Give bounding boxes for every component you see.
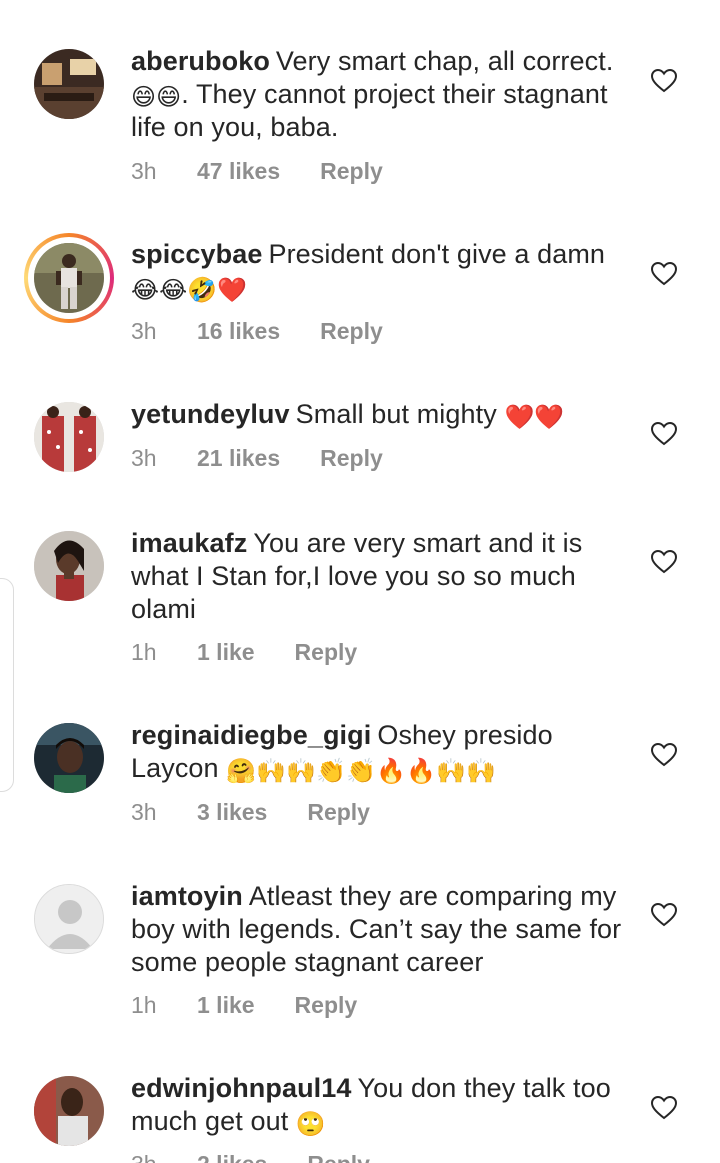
like-button[interactable] <box>651 903 677 927</box>
avatar-photo-icon <box>34 531 104 601</box>
side-drawer-handle[interactable] <box>0 578 14 792</box>
like-button[interactable] <box>651 743 677 767</box>
avatar-photo-icon <box>34 49 104 119</box>
reply-button[interactable]: Reply <box>307 798 370 826</box>
comment-username[interactable]: spiccybae <box>131 239 262 269</box>
avatar[interactable] <box>34 402 104 472</box>
default-avatar-icon <box>35 885 103 953</box>
heart-outline-icon <box>651 262 677 286</box>
comment-text: Small but mighty <box>295 399 497 429</box>
comment-likes[interactable]: 3 likes <box>197 798 267 826</box>
emoji: 😄😄 <box>131 84 182 111</box>
heart-outline-icon <box>651 743 677 767</box>
comment-username[interactable]: yetundeyluv <box>131 399 290 429</box>
heart-outline-icon <box>651 69 677 93</box>
reply-button[interactable]: Reply <box>307 1150 370 1163</box>
avatar-photo-icon <box>34 1076 104 1146</box>
avatar <box>34 243 104 313</box>
like-button[interactable] <box>651 1096 677 1120</box>
comment-time: 3h <box>131 445 157 471</box>
comment-text: . They cannot project their stagnant lif… <box>131 79 608 142</box>
avatar[interactable] <box>34 1076 104 1146</box>
reply-button[interactable]: Reply <box>320 444 383 472</box>
comment-likes[interactable]: 47 likes <box>197 157 280 185</box>
comment-text: Very smart chap, all correct. <box>275 46 614 76</box>
comment-time: 3h <box>131 799 157 825</box>
avatar-photo-icon <box>34 243 104 313</box>
avatar-photo-icon <box>34 723 104 793</box>
avatar[interactable] <box>34 884 104 954</box>
reply-button[interactable]: Reply <box>295 991 358 1019</box>
comment-time: 1h <box>131 639 157 665</box>
comment-username[interactable]: edwinjohnpaul14 <box>131 1073 352 1103</box>
emoji: 😂😂🤣❤️ <box>131 277 248 304</box>
like-button[interactable] <box>651 550 677 574</box>
like-button[interactable] <box>651 69 677 93</box>
avatar[interactable] <box>34 49 104 119</box>
comment-username[interactable]: reginaidiegbe_gigi <box>131 720 371 750</box>
comment-username[interactable]: aberuboko <box>131 46 270 76</box>
comment-time: 1h <box>131 992 157 1018</box>
heart-outline-icon <box>651 903 677 927</box>
reply-button[interactable]: Reply <box>320 317 383 345</box>
comment-likes[interactable]: 21 likes <box>197 444 280 472</box>
emoji: ❤️❤️ <box>504 404 565 431</box>
comment-time: 3h <box>131 1150 197 1163</box>
comment-username[interactable]: imaukafz <box>131 528 247 558</box>
comment-time: 3h <box>131 158 157 184</box>
comment-likes[interactable]: 1 like <box>197 991 255 1019</box>
emoji: 🙄 <box>295 1111 326 1138</box>
like-button[interactable] <box>651 422 677 446</box>
comment-likes[interactable]: 1 like <box>197 638 255 666</box>
heart-outline-icon <box>651 1096 677 1120</box>
comment-likes[interactable]: 2 likes <box>197 1150 267 1163</box>
like-button[interactable] <box>651 262 677 286</box>
reply-button[interactable]: Reply <box>295 638 358 666</box>
comments-page: aberuboko Very smart chap, all correct. 😄😄… <box>0 0 720 1163</box>
comment-time: 3h <box>131 318 157 344</box>
story-ring[interactable] <box>24 233 114 323</box>
heart-outline-icon <box>651 422 677 446</box>
reply-button[interactable]: Reply <box>320 157 383 185</box>
comment-username[interactable]: iamtoyin <box>131 881 243 911</box>
avatar[interactable] <box>34 531 104 601</box>
comment-likes[interactable]: 16 likes <box>197 317 280 345</box>
avatar[interactable] <box>34 723 104 793</box>
emoji: 🤗🙌🙌👏👏🔥🔥🙌🙌 <box>226 758 497 785</box>
heart-outline-icon <box>651 550 677 574</box>
comment-text: President don't give a damn <box>268 239 606 269</box>
avatar-photo-icon <box>34 402 104 472</box>
